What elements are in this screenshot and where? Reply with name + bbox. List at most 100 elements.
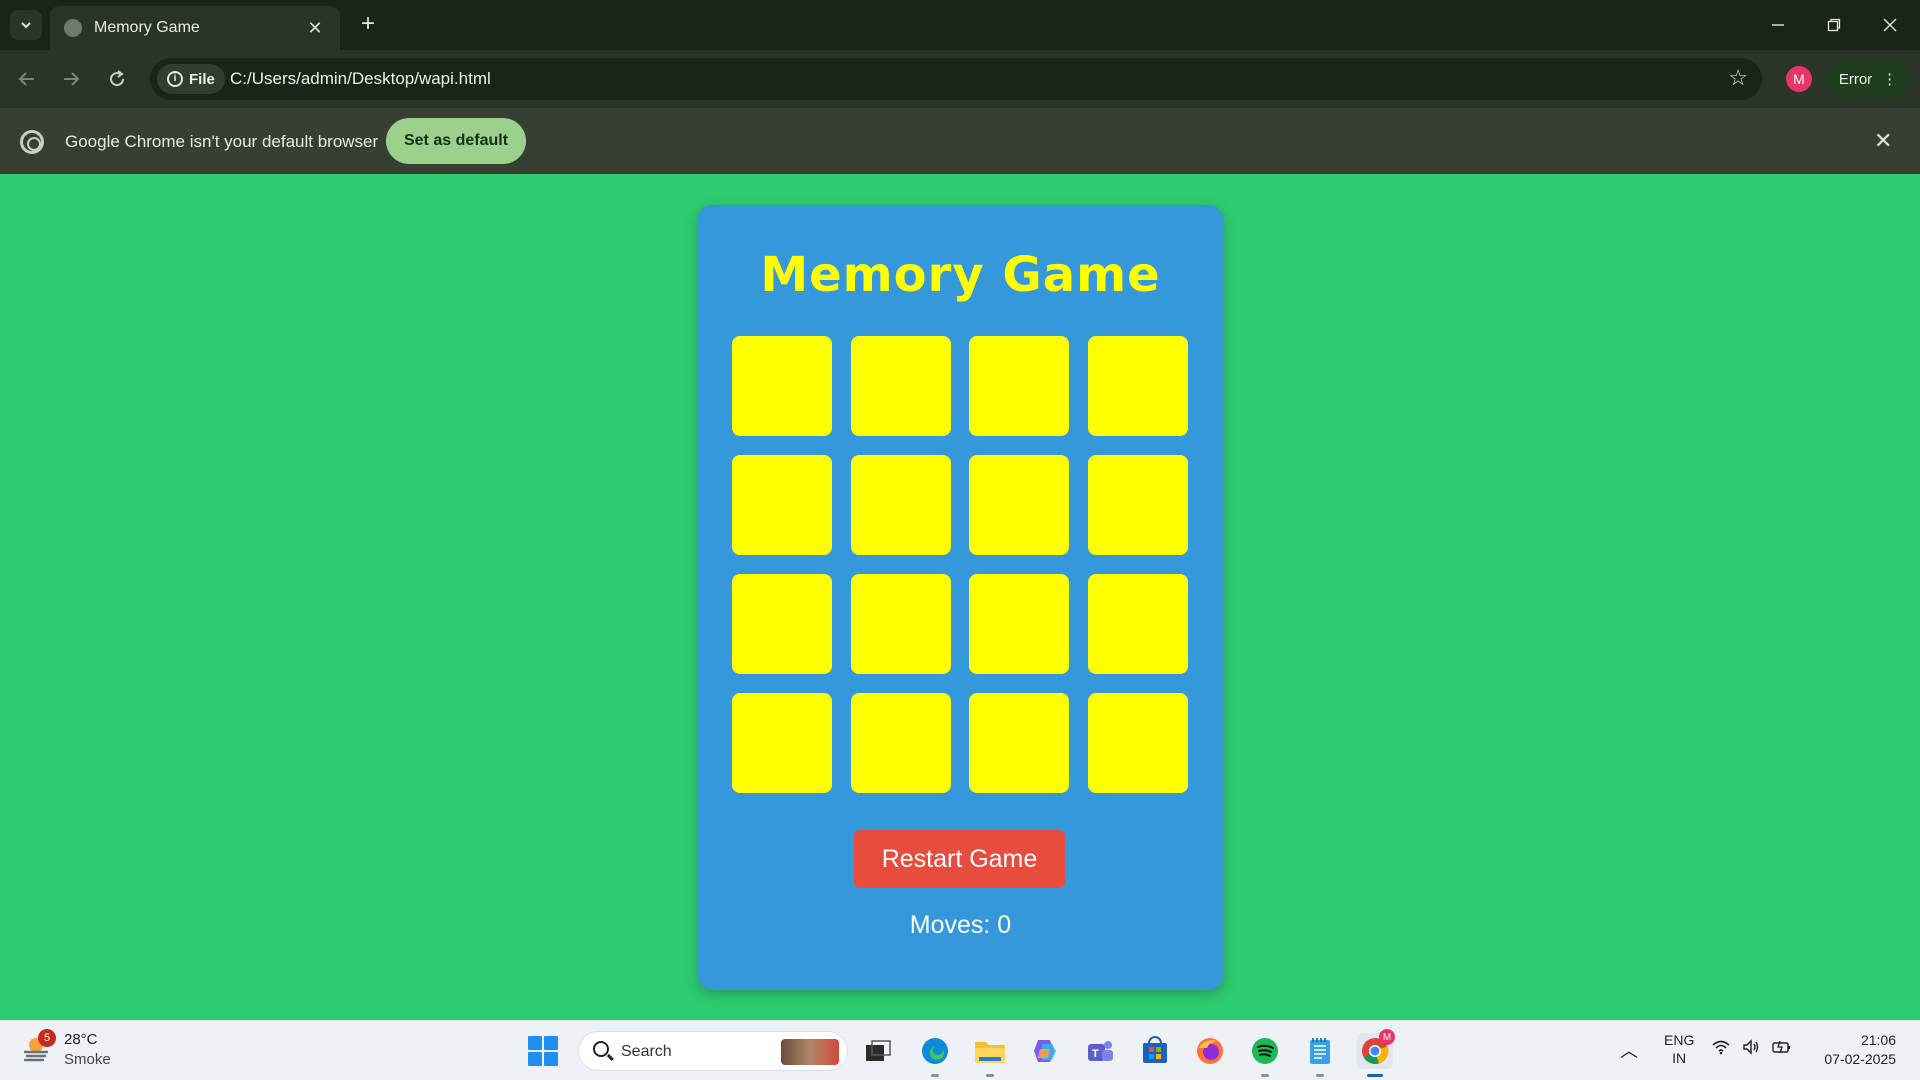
- forward-button[interactable]: [54, 62, 88, 96]
- memory-card[interactable]: [969, 574, 1070, 674]
- memory-card[interactable]: [969, 336, 1070, 436]
- teams-glyph: T: [1088, 1041, 1113, 1061]
- close-icon[interactable]: ✕: [304, 18, 326, 39]
- spotify-icon[interactable]: [1247, 1033, 1283, 1077]
- memory-card[interactable]: [1087, 693, 1188, 793]
- back-button[interactable]: [10, 62, 44, 96]
- chevron-up-icon[interactable]: ︿: [1620, 1037, 1638, 1063]
- memory-card[interactable]: [850, 574, 951, 674]
- weather-condition: Smoke: [64, 1051, 111, 1068]
- memory-card[interactable]: [850, 455, 951, 555]
- restart-game-button[interactable]: Restart Game: [854, 830, 1065, 888]
- notepad-glyph: [1310, 1038, 1330, 1064]
- tab-memory-game[interactable]: Memory Game ✕: [50, 6, 340, 50]
- notepad-icon[interactable]: [1302, 1033, 1338, 1077]
- system-tray[interactable]: [1712, 1039, 1792, 1055]
- bookmark-star-icon[interactable]: ☆: [1728, 65, 1748, 91]
- search-icon: [593, 1041, 609, 1057]
- tab-search-button[interactable]: [10, 10, 42, 40]
- folder-glyph: [975, 1042, 1005, 1063]
- search-label: Search: [621, 1043, 672, 1060]
- url-text[interactable]: C:/Users/admin/Desktop/wapi.html: [230, 69, 491, 89]
- card-grid: [732, 336, 1188, 793]
- copilot-icon[interactable]: [1027, 1033, 1063, 1069]
- wifi-icon: [1712, 1040, 1730, 1055]
- reload-icon: [110, 70, 125, 87]
- minimize-button[interactable]: [1750, 0, 1806, 50]
- memory-card[interactable]: [732, 336, 832, 436]
- battery-icon: [1772, 1040, 1790, 1054]
- edge-glyph: [922, 1038, 948, 1064]
- taskbar-clock[interactable]: 21:06 07-02-2025: [1808, 1031, 1896, 1069]
- input-language[interactable]: ENG IN: [1664, 1031, 1694, 1067]
- task-view-glyph: [866, 1040, 891, 1061]
- running-indicator: [931, 1074, 939, 1077]
- memory-card[interactable]: [732, 574, 832, 674]
- active-indicator: [1367, 1074, 1383, 1077]
- svg-text:T: T: [1092, 1048, 1099, 1060]
- windows-start-icon[interactable]: [528, 1036, 558, 1066]
- task-view-icon[interactable]: [860, 1033, 896, 1069]
- teams-icon[interactable]: T: [1082, 1033, 1118, 1069]
- running-indicator: [1261, 1074, 1269, 1077]
- profile-badge: M: [1379, 1029, 1395, 1045]
- chrome-icon[interactable]: M: [1357, 1029, 1395, 1077]
- forward-arrow-icon: [64, 72, 80, 86]
- chrome-icon: [20, 130, 44, 154]
- moves-counter: Moves: 0: [909, 911, 1012, 939]
- tab-title: Memory Game: [94, 19, 200, 36]
- browser-toolbar: i File C:/Users/admin/Desktop/wapi.html …: [0, 50, 1920, 108]
- running-indicator: [1316, 1074, 1324, 1077]
- memory-card[interactable]: [732, 693, 832, 793]
- spotify-glyph: [1252, 1038, 1278, 1064]
- clock-time: 21:06: [1860, 1032, 1896, 1048]
- memory-card[interactable]: [1087, 574, 1188, 674]
- chevron-down-icon: [21, 22, 31, 29]
- windows-taskbar: 5 28°C Smoke Search T M ︿ ENG IN 21:06 0…: [0, 1020, 1920, 1080]
- running-indicator: [986, 1074, 994, 1077]
- info-icon: i: [167, 71, 183, 87]
- restore-icon: [1827, 18, 1841, 32]
- game-container: Memory Game Restart Game Moves: 0: [698, 205, 1223, 990]
- close-icon: [1883, 18, 1897, 32]
- profile-avatar[interactable]: M: [1786, 66, 1812, 92]
- restore-button[interactable]: [1806, 0, 1862, 50]
- game-title: Memory Game: [760, 247, 1161, 303]
- site-info-label: File: [189, 70, 215, 88]
- search-highlight-image: [781, 1039, 839, 1065]
- region-code: IN: [1672, 1050, 1687, 1066]
- memory-card[interactable]: [969, 455, 1070, 555]
- error-label: Error: [1838, 70, 1873, 88]
- memory-card[interactable]: [732, 455, 832, 555]
- address-bar[interactable]: i File C:/Users/admin/Desktop/wapi.html …: [150, 58, 1762, 100]
- error-menu-button[interactable]: Error ⋮: [1826, 59, 1910, 99]
- taskbar-search[interactable]: Search: [578, 1031, 848, 1071]
- reload-button[interactable]: [100, 62, 134, 96]
- minimize-icon: [1772, 24, 1784, 26]
- more-vert-icon: ⋮: [1882, 71, 1898, 88]
- volume-icon: [1743, 1039, 1759, 1055]
- close-window-button[interactable]: [1862, 0, 1918, 50]
- globe-icon: [64, 19, 82, 37]
- memory-card[interactable]: [969, 693, 1070, 793]
- language-code: ENG: [1664, 1032, 1695, 1048]
- memory-card[interactable]: [850, 693, 951, 793]
- new-tab-button[interactable]: +: [352, 8, 384, 40]
- set-as-default-button[interactable]: Set as default: [386, 118, 526, 164]
- clock-date: 07-02-2025: [1824, 1051, 1896, 1067]
- default-browser-infobar: Google Chrome isn't your default browser…: [0, 108, 1920, 174]
- store-glyph: [1143, 1036, 1167, 1063]
- copilot-glyph: [1034, 1040, 1056, 1062]
- memory-card[interactable]: [1087, 455, 1188, 555]
- site-info-chip[interactable]: i File: [157, 64, 225, 94]
- memory-card[interactable]: [850, 336, 951, 436]
- back-arrow-icon: [18, 72, 34, 86]
- file-explorer-icon[interactable]: [972, 1033, 1008, 1077]
- close-icon[interactable]: ✕: [1874, 128, 1892, 154]
- store-icon[interactable]: [1137, 1033, 1173, 1069]
- infobar-message: Google Chrome isn't your default browser: [65, 132, 379, 151]
- memory-card[interactable]: [1087, 336, 1188, 436]
- weather-alert-badge: 5: [38, 1029, 56, 1047]
- firefox-icon[interactable]: [1192, 1033, 1228, 1069]
- edge-icon[interactable]: [917, 1033, 953, 1077]
